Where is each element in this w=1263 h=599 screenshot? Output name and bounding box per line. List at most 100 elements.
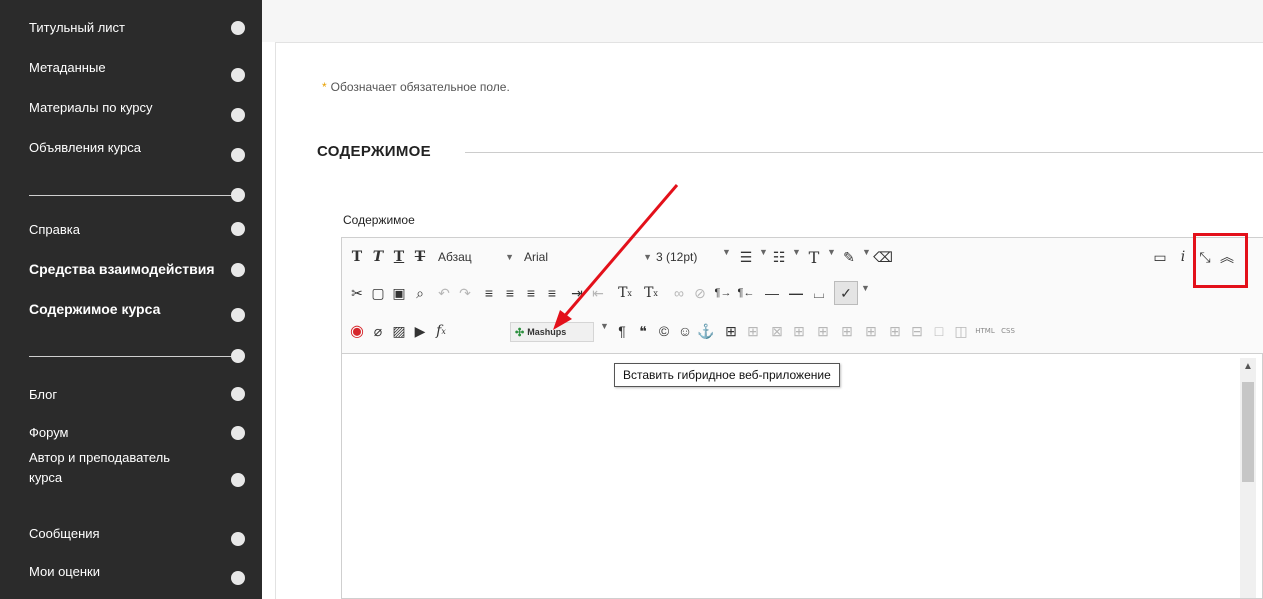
emoticon-icon[interactable]: ☺ [676, 319, 694, 343]
chevron-down-icon[interactable]: ▼ [600, 321, 609, 331]
undo-icon[interactable]: ↶ [435, 281, 453, 305]
chevron-down-icon[interactable]: ▼ [722, 247, 731, 257]
align-center-icon[interactable]: ≡ [501, 281, 519, 305]
superscript-icon[interactable]: Tx [614, 281, 636, 305]
chevron-down-icon[interactable]: ▼ [759, 247, 768, 257]
find-icon[interactable]: ⌕ [411, 281, 429, 305]
font-size-select[interactable]: 3 (12pt) [656, 247, 732, 267]
course-menu-sidebar: Титульный лист Метаданные Материалы по к… [0, 0, 262, 599]
insert-table-icon[interactable]: ⊞ [722, 319, 740, 343]
sidebar-item-label: Метаданные [29, 60, 106, 75]
link-icon[interactable]: ∞ [670, 281, 688, 305]
paragraph-format-select[interactable]: Абзац ▼ [438, 247, 514, 267]
chevron-down-icon[interactable]: ▼ [862, 247, 871, 257]
row-properties-icon[interactable]: ⊞ [814, 319, 832, 343]
column-layout-icon[interactable]: ◫ [952, 319, 970, 343]
sidebar-item-label: Материалы по курсу [29, 100, 153, 115]
bullet-list-icon[interactable]: ☰ [737, 245, 755, 269]
page-background [262, 0, 1263, 42]
scroll-up-icon[interactable]: ▲ [1240, 358, 1256, 374]
strikethrough-icon[interactable]: T [411, 245, 429, 269]
record-video-icon[interactable]: ◉ [348, 319, 366, 343]
spellcheck-icon[interactable]: ✓ [834, 281, 858, 305]
math-formula-icon[interactable]: fx [432, 319, 450, 343]
copyright-icon[interactable]: © [655, 319, 673, 343]
chevron-down-icon[interactable]: ▼ [827, 247, 836, 257]
text-color-icon[interactable]: T [805, 245, 823, 269]
sidebar-divider [29, 356, 237, 357]
anchor-icon[interactable]: ⚓ [697, 319, 715, 343]
circle-icon [231, 387, 245, 401]
rich-text-editor: T T T T Абзац ▼ Arial ▼ 3 (12pt) ▼ ☰ ▼ ☷ ▼… [341, 237, 1263, 599]
scrollbar-thumb[interactable] [1242, 382, 1254, 482]
circle-icon [231, 68, 245, 82]
mashups-button[interactable]: ✣ Mashups [510, 322, 594, 342]
attach-file-icon[interactable]: ⌀ [369, 319, 387, 343]
puzzle-icon: ✣ [515, 326, 525, 339]
sidebar-item-label: Сообщения [29, 526, 100, 541]
bold-icon[interactable]: T [348, 245, 366, 269]
paste-icon[interactable]: ▣ [390, 281, 408, 305]
toolbar-row-2: ✂ ▢ ▣ ⌕ ↶ ↷ ≡ ≡ ≡ ≡ ⇥ ⇤ Tx Tx ∞ ⊘ ¶→ ¶← … [342, 276, 1263, 310]
required-field-note: * Обозначает обязательное поле. [322, 80, 510, 94]
underline-icon[interactable]: T [390, 245, 408, 269]
paragraph-format-value: Абзац [438, 250, 472, 264]
insert-image-icon[interactable]: ▨ [390, 319, 408, 343]
info-icon[interactable]: i [1174, 245, 1192, 269]
table-properties-icon[interactable]: ⊞ [744, 319, 762, 343]
chevron-down-icon[interactable]: ▼ [792, 247, 801, 257]
chevron-down-icon: ▼ [643, 252, 652, 262]
align-left-icon[interactable]: ≡ [480, 281, 498, 305]
css-editor-icon[interactable]: CSS [998, 319, 1018, 343]
italic-icon[interactable]: T [369, 245, 387, 269]
sidebar-item-label: Средства взаимодействия [29, 261, 215, 277]
html-source-icon[interactable]: HTML [974, 319, 996, 343]
paragraph-mark-icon[interactable]: ¶ [613, 319, 631, 343]
circle-icon [231, 426, 245, 440]
align-right-icon[interactable]: ≡ [522, 281, 540, 305]
ltr-direction-icon[interactable]: ¶→ [714, 281, 732, 305]
copy-icon[interactable]: ▢ [369, 281, 387, 305]
circle-icon [231, 148, 245, 162]
highlight-pen-icon[interactable]: ✎ [840, 245, 858, 269]
sidebar-item-label: Мои оценки [29, 564, 100, 579]
horizontal-line-icon[interactable]: — [762, 281, 782, 305]
mashups-tooltip: Вставить гибридное веб-приложение [614, 363, 840, 387]
main-content: * Обозначает обязательное поле. СОДЕРЖИМО… [262, 0, 1263, 599]
delete-table-icon[interactable]: ⊠ [768, 319, 786, 343]
editor-scrollbar[interactable]: ▲ [1240, 358, 1256, 598]
thick-line-icon[interactable]: — [786, 281, 806, 305]
merge-cells-icon[interactable]: □ [930, 319, 948, 343]
eraser-icon[interactable]: ⌫ [873, 245, 893, 269]
preview-icon[interactable]: ▭ [1150, 245, 1170, 269]
indent-icon[interactable]: ⇥ [568, 281, 586, 305]
blockquote-icon[interactable]: ❝ [634, 319, 652, 343]
sidebar-item-label: Автор и преподаватель курса [29, 450, 171, 485]
circle-icon [231, 349, 245, 363]
circle-icon [231, 21, 245, 35]
subscript-icon[interactable]: Tx [640, 281, 662, 305]
font-family-select[interactable]: Arial ▼ [524, 247, 652, 267]
editor-toolbar: T T T T Абзац ▼ Arial ▼ 3 (12pt) ▼ ☰ ▼ ☷ ▼… [342, 238, 1263, 354]
align-justify-icon[interactable]: ≡ [543, 281, 561, 305]
chevron-down-icon[interactable]: ▼ [861, 283, 870, 293]
toolbar-row-1: T T T T Абзац ▼ Arial ▼ 3 (12pt) ▼ ☰ ▼ ☷ ▼… [342, 240, 1263, 274]
sidebar-item-label: Содержимое курса [29, 301, 161, 317]
redo-icon[interactable]: ↷ [456, 281, 474, 305]
cut-icon[interactable]: ✂ [348, 281, 366, 305]
insert-column-icon[interactable]: ⊞ [862, 319, 880, 343]
rtl-direction-icon[interactable]: ¶← [737, 281, 755, 305]
unlink-icon[interactable]: ⊘ [691, 281, 709, 305]
numbered-list-icon[interactable]: ☷ [770, 245, 788, 269]
insert-media-icon[interactable]: ▶ [411, 319, 429, 343]
cell-properties-icon[interactable]: ⊞ [790, 319, 808, 343]
delete-column-icon[interactable]: ⊞ [886, 319, 904, 343]
outdent-icon[interactable]: ⇤ [589, 281, 607, 305]
mashups-label: Mashups [527, 327, 567, 337]
nonbreaking-space-icon[interactable]: ⌴ [810, 281, 828, 305]
delete-row-icon[interactable]: ⊞ [838, 319, 856, 343]
split-cells-icon[interactable]: ⊟ [908, 319, 926, 343]
required-star: * [322, 80, 327, 94]
section-title: СОДЕРЖИМОЕ [317, 143, 431, 160]
chevron-down-icon: ▼ [505, 252, 514, 262]
